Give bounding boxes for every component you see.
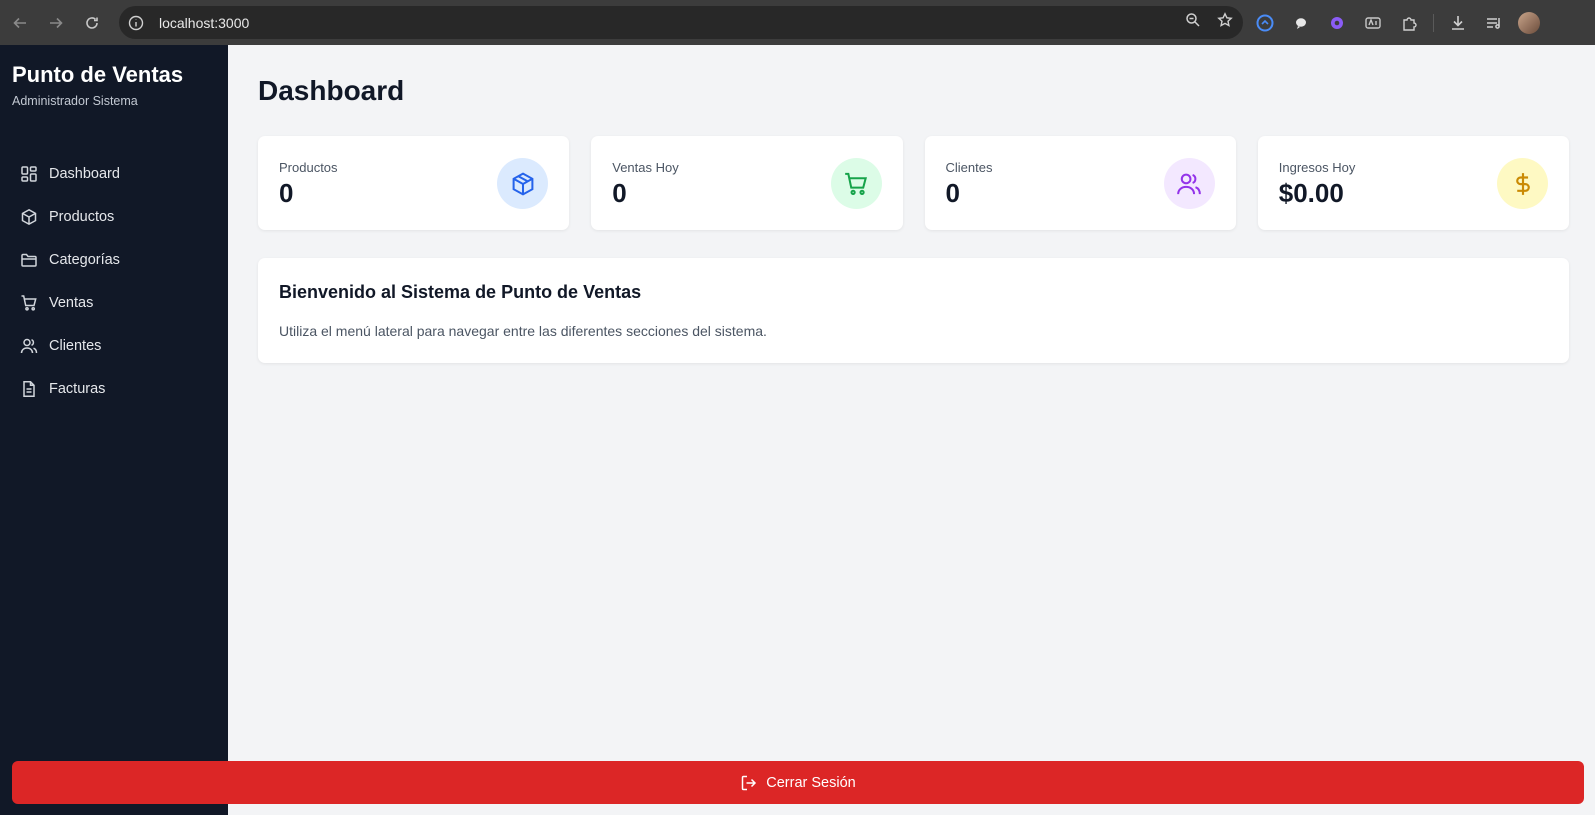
- logout-label: Cerrar Sesión: [766, 774, 856, 791]
- sidebar-nav: Dashboard Productos Categorías Ventas Cl…: [0, 152, 228, 410]
- sidebar-item-label: Ventas: [49, 294, 94, 311]
- stats-row: Productos 0 Ventas Hoy 0 Clientes 0 Ingr…: [258, 136, 1569, 230]
- extension-icon[interactable]: [1253, 11, 1277, 35]
- stat-value: 0: [945, 178, 960, 208]
- profile-avatar[interactable]: [1518, 11, 1540, 34]
- main-content: Dashboard Productos 0 Ventas Hoy 0 Clien…: [228, 45, 1595, 815]
- sidebar-item-clientes[interactable]: Clientes: [0, 324, 228, 367]
- forward-icon[interactable]: [38, 5, 74, 41]
- sidebar-item-label: Dashboard: [49, 165, 120, 182]
- stat-label: Productos: [279, 160, 338, 175]
- bookmark-star-icon[interactable]: [1217, 12, 1233, 33]
- box-icon: [20, 208, 38, 226]
- logout-icon: [740, 774, 758, 792]
- download-icon[interactable]: [1446, 11, 1470, 35]
- stat-card-ingresos-hoy: Ingresos Hoy $0.00: [1257, 136, 1569, 230]
- document-icon: [20, 380, 38, 398]
- sidebar-item-productos[interactable]: Productos: [0, 195, 228, 238]
- puzzle-icon[interactable]: [1397, 11, 1421, 35]
- stat-value: 0: [279, 178, 294, 208]
- cart-icon: [830, 158, 882, 209]
- users-icon: [20, 337, 38, 355]
- extensions-bar: [1253, 6, 1540, 39]
- welcome-card: Bienvenido al Sistema de Punto de Ventas…: [258, 258, 1569, 363]
- sidebar-item-label: Categorías: [49, 251, 120, 268]
- address-bar[interactable]: localhost:3000: [119, 6, 1243, 39]
- chat-extension-icon[interactable]: [1289, 11, 1313, 35]
- welcome-title: Bienvenido al Sistema de Punto de Ventas: [279, 282, 642, 302]
- stat-card-clientes: Clientes 0: [924, 136, 1236, 230]
- sidebar-item-label: Productos: [49, 208, 115, 225]
- folder-icon: [20, 251, 38, 269]
- gear-extension-icon[interactable]: [1325, 11, 1349, 35]
- user-role: Administrador Sistema: [12, 94, 138, 108]
- box-icon: [497, 158, 549, 209]
- stat-label: Clientes: [945, 160, 993, 175]
- dollar-icon: [1497, 158, 1548, 209]
- translate-extension-icon[interactable]: [1361, 11, 1385, 35]
- dashboard-grid-icon: [20, 165, 38, 183]
- stat-label: Ingresos Hoy: [1278, 160, 1356, 175]
- sidebar: Punto de Ventas Administrador Sistema Da…: [0, 45, 228, 815]
- app-title: Punto de Ventas: [12, 62, 184, 87]
- users-icon: [1163, 158, 1215, 209]
- site-info-icon[interactable]: [125, 12, 147, 34]
- browser-toolbar: localhost:3000: [0, 0, 1595, 45]
- stat-card-ventas-hoy: Ventas Hoy 0: [591, 136, 903, 230]
- sidebar-item-label: Facturas: [49, 380, 106, 397]
- page-title: Dashboard: [258, 75, 405, 106]
- sidebar-item-facturas[interactable]: Facturas: [0, 367, 228, 410]
- sidebar-item-ventas[interactable]: Ventas: [0, 281, 228, 324]
- back-icon[interactable]: [2, 5, 38, 41]
- sidebar-item-dashboard[interactable]: Dashboard: [0, 152, 228, 195]
- url-text: localhost:3000: [159, 14, 250, 31]
- zoom-icon[interactable]: [1185, 12, 1201, 33]
- logout-button[interactable]: Cerrar Sesión: [12, 761, 1584, 804]
- sidebar-item-label: Clientes: [49, 337, 102, 354]
- reload-icon[interactable]: [74, 5, 110, 41]
- stat-label: Ventas Hoy: [612, 160, 679, 175]
- cart-icon: [20, 294, 38, 312]
- toolbar-divider: [1433, 13, 1434, 32]
- sidebar-item-categorias[interactable]: Categorías: [0, 238, 228, 281]
- stat-value: $0.00: [1278, 178, 1344, 208]
- welcome-text: Utiliza el menú lateral para navegar ent…: [279, 323, 767, 339]
- stat-card-productos: Productos 0: [258, 136, 570, 230]
- stat-value: 0: [612, 178, 627, 208]
- media-icon[interactable]: [1482, 11, 1506, 35]
